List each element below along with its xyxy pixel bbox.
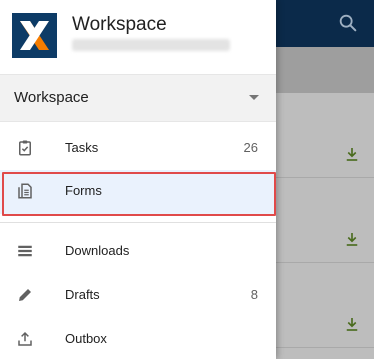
screen: Workspace Workspace Tasks 26 Forms Downl… (0, 0, 374, 359)
nav-item-label: Forms (65, 183, 102, 198)
nav-item-outbox[interactable]: Outbox (0, 318, 276, 359)
x-logo-icon (12, 13, 57, 58)
download-icon[interactable] (343, 230, 361, 248)
drawer-title: Workspace (72, 14, 167, 35)
document-icon (18, 183, 32, 199)
upload-icon (18, 331, 32, 346)
download-icon[interactable] (343, 315, 361, 333)
nav-item-drafts[interactable]: Drafts 8 (0, 274, 276, 318)
nav-item-label: Tasks (65, 140, 99, 155)
navigation-drawer: Workspace Workspace Tasks 26 Forms Downl… (0, 0, 276, 359)
download-icon[interactable] (343, 145, 361, 163)
nav-item-label: Downloads (65, 243, 130, 258)
pencil-icon (19, 289, 31, 301)
nav-item-forms[interactable]: Forms (0, 170, 276, 214)
app-logo (12, 13, 57, 58)
nav-item-downloads[interactable]: Downloads (0, 230, 276, 274)
workspace-selector[interactable]: Workspace (0, 74, 276, 122)
clipboard-check-icon (19, 140, 31, 156)
nav-item-count: 8 (250, 287, 258, 302)
nav-item-count: 26 (243, 140, 258, 155)
nav-item-label: Drafts (65, 287, 100, 302)
account-email-redacted (72, 39, 230, 51)
divider (0, 222, 276, 223)
list-icon (18, 245, 32, 257)
workspace-selector-label: Workspace (14, 89, 89, 106)
drawer-header: Workspace (0, 0, 276, 74)
nav-item-label: Outbox (65, 331, 107, 346)
search-icon[interactable] (337, 12, 359, 34)
nav-item-tasks[interactable]: Tasks 26 (0, 127, 276, 171)
caret-down-icon (249, 95, 259, 100)
